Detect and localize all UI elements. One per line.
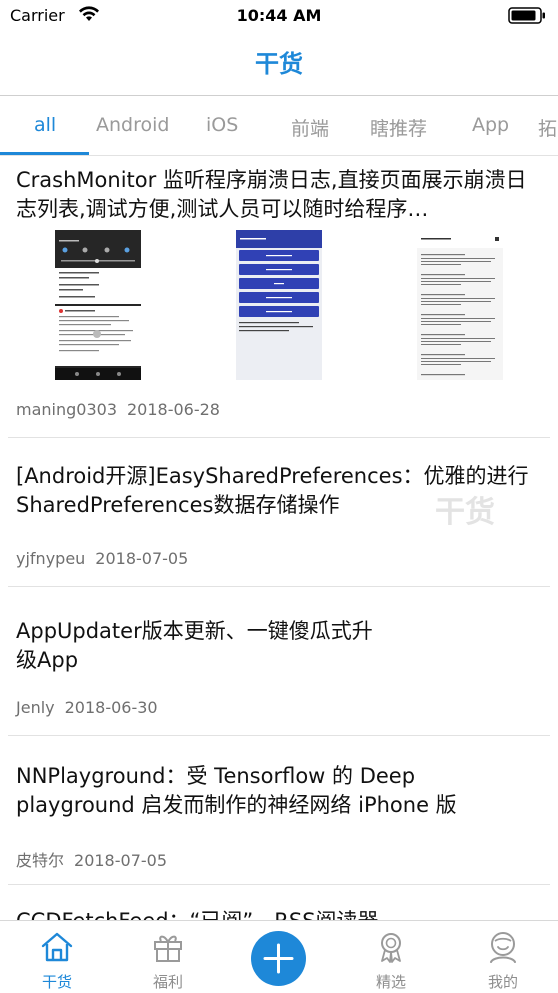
screenshot-thumbnail[interactable] — [236, 230, 322, 380]
award-icon — [381, 933, 401, 963]
clock: 10:44 AM — [236, 6, 322, 25]
tab-recommend[interactable]: 瞎推荐 — [370, 114, 427, 141]
page-title: 干货 — [255, 50, 303, 78]
article-item[interactable]: AppUpdater版本更新、一键傻瓜式升级App Jenly 2018-06-3… — [0, 587, 558, 736]
article-title: CCDFetchFeed：“已阅”，RSS阅读器 — [16, 907, 540, 920]
tabbar-item-ganhuo[interactable]: 干货 — [17, 929, 97, 992]
tab-ios[interactable]: iOS — [206, 114, 238, 136]
article-author: 皮特尔 — [16, 851, 65, 870]
add-button[interactable] — [251, 931, 306, 986]
article-title: NNPlayground：受 Tensorflow 的 Deep playgro… — [16, 764, 457, 817]
article-meta: maning0303 2018-06-28 — [16, 400, 220, 419]
tabbar-label: 福利 — [152, 973, 183, 991]
article-feed[interactable]: CrashMonitor 监听程序崩溃日志,直接页面展示崩溃日志列表,调试方便,… — [0, 156, 558, 920]
article-item[interactable]: CCDFetchFeed：“已阅”，RSS阅读器 — [0, 885, 558, 920]
article-meta: 皮特尔 2018-07-05 — [16, 847, 167, 871]
profile-icon — [490, 932, 516, 963]
article-date: 2018-06-30 — [64, 698, 158, 717]
tab-all[interactable]: all — [34, 114, 56, 136]
article-item[interactable]: CrashMonitor 监听程序崩溃日志,直接页面展示崩溃日志列表,调试方便,… — [0, 156, 558, 438]
article-item[interactable]: NNPlayground：受 Tensorflow 的 Deep playgro… — [0, 736, 558, 885]
tab-frontend[interactable]: 前端 — [291, 114, 329, 141]
plus-icon — [263, 943, 294, 974]
tab-app[interactable]: App — [472, 114, 509, 136]
gift-icon — [154, 935, 182, 962]
tab-extend[interactable]: 拓 — [538, 114, 557, 141]
article-title: AppUpdater版本更新、一键傻瓜式升级App — [16, 619, 373, 672]
article-author: yjfnypeu — [16, 549, 86, 568]
tabbar-label: 我的 — [487, 973, 518, 991]
watermark-logo: 干货 — [435, 495, 495, 530]
tabbar-label: 精选 — [375, 973, 406, 991]
screenshot-thumbnail[interactable] — [417, 230, 503, 380]
screenshot-thumbnail[interactable] — [55, 230, 141, 380]
battery-icon — [508, 7, 545, 24]
article-author: maning0303 — [16, 400, 117, 419]
article-meta: yjfnypeu 2018-07-05 — [16, 549, 188, 568]
article-date: 2018-06-28 — [127, 400, 220, 419]
tabbar-item-wode[interactable]: 我的 — [463, 929, 543, 992]
article-date: 2018-07-05 — [74, 851, 167, 870]
article-date: 2018-07-05 — [95, 549, 189, 568]
bottom-tab-bar: 干货 福利 精选 我的 — [0, 920, 558, 993]
tab-android[interactable]: Android — [96, 114, 169, 136]
article-author: Jenly — [16, 698, 55, 717]
home-icon — [41, 932, 73, 962]
article-meta: Jenly 2018-06-30 — [16, 698, 158, 717]
tabbar-label: 干货 — [41, 973, 72, 991]
article-title: CrashMonitor 监听程序崩溃日志,直接页面展示崩溃日志列表,调试方便,… — [16, 168, 527, 221]
tabbar-item-fuli[interactable]: 福利 — [128, 929, 208, 992]
status-bar: Carrier 10:44 AM — [0, 0, 558, 32]
category-tabs: all Android iOS 前端 瞎推荐 App 拓 — [0, 96, 558, 156]
tabbar-item-jingxuan[interactable]: 精选 — [351, 929, 431, 992]
